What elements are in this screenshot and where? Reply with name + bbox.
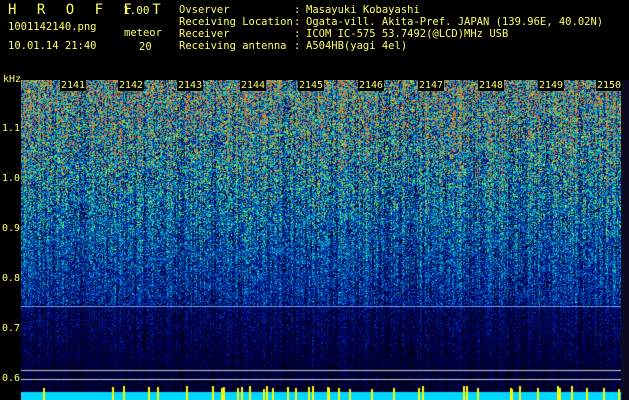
separator: : [294, 40, 301, 52]
y-tick-label: 0.6 [2, 373, 21, 384]
date-time: 10.01.14 21:40 [8, 40, 97, 52]
x-tick-label: 2149 [538, 80, 565, 91]
app-version: 1.00 [123, 4, 150, 17]
file-name: 1001142140.png [8, 21, 97, 33]
separator: : [294, 16, 301, 28]
receiver-key: Receiver [179, 28, 230, 40]
spectrogram [21, 80, 621, 400]
x-tick-label: 2148 [478, 80, 505, 91]
meteor-label: meteor [124, 27, 162, 39]
antenna-value: A504HB(yagi 4el) [306, 40, 408, 52]
separator: : [294, 4, 301, 16]
x-tick-label: 2146 [358, 80, 385, 91]
location-value: Ogata-vill. Akita-Pref. JAPAN (139.96E, … [306, 16, 604, 28]
y-tick-label: 0.7 [2, 323, 21, 334]
x-tick-label: 2144 [240, 80, 267, 91]
x-tick-label: 2142 [118, 80, 145, 91]
meteor-count: 20 [139, 41, 152, 53]
right-edge-strip [621, 80, 629, 400]
y-axis-unit: kHz [3, 74, 22, 85]
observer-value: Masayuki Kobayashi [306, 4, 420, 16]
y-tick-label: 1.0 [2, 173, 21, 184]
x-tick-label: 2143 [177, 80, 204, 91]
y-tick-label: 0.8 [2, 273, 21, 284]
antenna-key: Receiving antenna [179, 40, 287, 52]
x-tick-label: 2145 [298, 80, 325, 91]
x-tick-label: 2147 [418, 80, 445, 91]
receiver-value: ICOM IC-575 53.7492(@LCD)MHz USB [306, 28, 509, 40]
x-tick-label: 2141 [60, 80, 87, 91]
location-key: Receiving Location [179, 16, 293, 28]
observer-key: Ovserver [179, 4, 230, 16]
y-tick-label: 1.1 [2, 123, 21, 134]
separator: : [294, 28, 301, 40]
y-tick-label: 0.9 [2, 223, 21, 234]
x-tick-label: 2150 [596, 80, 623, 91]
